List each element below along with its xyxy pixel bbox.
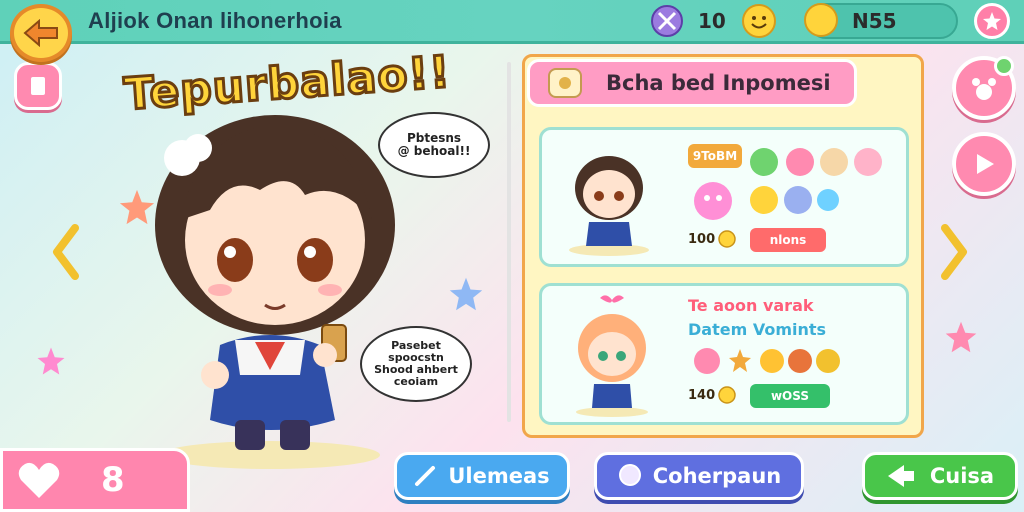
coin-value: N55	[852, 9, 897, 33]
reward-number: 100	[688, 231, 716, 247]
left-action-label: Ulemeas	[448, 464, 550, 488]
star-icon	[119, 189, 155, 225]
star-icon	[37, 347, 65, 375]
card2-title-2: Datem Vomints	[688, 320, 827, 339]
back-button[interactable]	[10, 4, 72, 62]
reward-count: 140	[688, 386, 736, 404]
card1-button[interactable]: nlons	[750, 228, 826, 252]
panel-header-label: Bcha bed Inpomesi	[606, 71, 831, 95]
card2-title-1: Te aoon varak	[688, 296, 814, 315]
character-thumbnail	[576, 295, 648, 417]
lives-panel: 8	[0, 448, 190, 512]
card2-button[interactable]: wOSS	[750, 384, 830, 408]
monster-icons	[750, 148, 882, 214]
chat-icon	[618, 464, 641, 486]
notification-dot	[994, 56, 1014, 76]
info-card[interactable]: Te aoon varak Datem Vomints 140 wOSS	[539, 283, 909, 425]
left-action-button[interactable]: Ulemeas	[394, 452, 570, 500]
stat-value: 10	[698, 9, 726, 33]
next-arrow[interactable]	[938, 222, 972, 282]
lives-count: 8	[101, 460, 125, 500]
star-icon	[945, 321, 977, 353]
character-illustration	[155, 115, 395, 469]
tag-label: 9ToBM	[688, 144, 742, 168]
reward-icons	[694, 348, 840, 374]
arrow-left-icon	[23, 19, 58, 47]
app-title: Aljiok Onan lihonerhoia	[88, 8, 342, 33]
feather-icon	[415, 466, 436, 486]
info-card[interactable]: 9ToBM 100 nlons	[539, 127, 909, 267]
coin-icon	[804, 3, 838, 37]
prev-arrow[interactable]	[48, 222, 82, 282]
forward-arrow-icon	[887, 465, 914, 487]
chevron-right-icon	[941, 224, 967, 280]
right-action-button[interactable]: Cuisa	[862, 452, 1018, 500]
play-button[interactable]	[952, 132, 1016, 196]
heart-icon	[18, 462, 60, 498]
stat-group: 10	[650, 4, 726, 38]
chevron-left-icon	[53, 224, 79, 280]
character-thumbnail	[569, 156, 649, 256]
smiley-icon	[742, 4, 776, 38]
scroll-divider[interactable]	[507, 62, 511, 422]
menu-button[interactable]	[14, 62, 62, 110]
badge-icon	[548, 68, 582, 98]
speech-bubble-bottom: Pasebet spoocstn Shood ahbert ceoiam	[360, 326, 472, 402]
bubble-top-line2: @ behoal!!	[397, 144, 471, 158]
reward-count: 100	[688, 230, 736, 248]
coin-icon	[718, 230, 736, 248]
settings-button[interactable]	[974, 3, 1010, 39]
star-icon	[449, 277, 483, 311]
mid-action-label: Coherpaun	[652, 464, 782, 488]
play-icon	[977, 154, 994, 174]
mid-action-button[interactable]: Coherpaun	[594, 452, 804, 500]
right-action-label: Cuisa	[929, 464, 995, 488]
crossed-swords-icon	[651, 5, 683, 37]
panel-header: Bcha bed Inpomesi	[527, 59, 857, 107]
reward-number: 140	[688, 387, 716, 403]
speech-bubble-top: Pbtesns @ behoal!!	[378, 112, 490, 178]
star-icon	[983, 12, 1001, 30]
paw-icon	[972, 78, 996, 100]
coin-icon	[718, 386, 736, 404]
card-icon	[31, 77, 45, 95]
pink-monster-icon	[694, 182, 732, 220]
bubble-bottom-line4: ceoiam	[393, 375, 439, 388]
info-panel: Bcha bed Inpomesi 9ToBM 100 nlons Te aoo…	[522, 54, 924, 438]
